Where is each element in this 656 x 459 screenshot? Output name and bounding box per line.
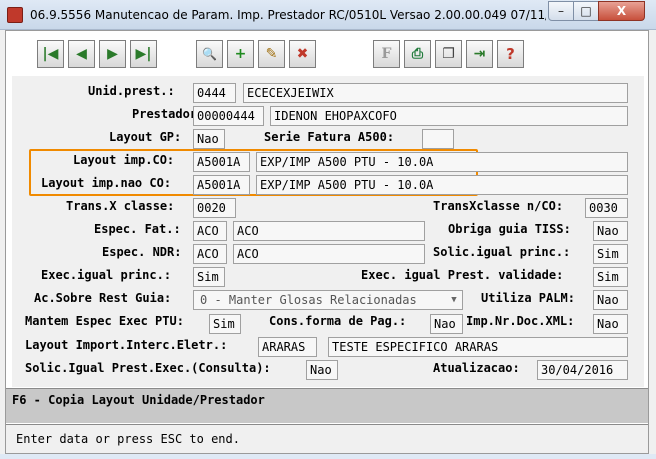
atualizacao-label: Atualizacao: xyxy=(433,361,520,375)
cons-forma-pag-field[interactable]: Nao xyxy=(430,314,463,334)
utiliza-palm-field[interactable]: Nao xyxy=(593,290,628,310)
utiliza-palm-label: Utiliza PALM: xyxy=(481,291,575,305)
layout-imp-co-desc-field: EXP/IMP A500 PTU - 10.0A xyxy=(256,152,628,172)
window-title: 06.9.5556 Manutencao de Param. Imp. Pres… xyxy=(30,8,546,22)
imp-nr-doc-xml-field[interactable]: Nao xyxy=(593,314,628,334)
layout-import-interc-code-field[interactable]: ARARAS xyxy=(258,337,317,357)
help-button[interactable]: ? xyxy=(497,40,524,68)
printer-icon: ⎙ xyxy=(411,46,424,62)
espec-fat-desc-field: ACO xyxy=(233,221,425,241)
unid-prest-code-field[interactable]: 0444 xyxy=(193,83,236,103)
layout-imp-nao-co-desc-field: EXP/IMP A500 PTU - 10.0A xyxy=(256,175,628,195)
cons-forma-pag-label: Cons.forma de Pag.: xyxy=(269,314,407,328)
next-record-button[interactable]: ▶ xyxy=(99,40,126,68)
previous-icon: ◀ xyxy=(76,46,87,62)
trans-x-classe-nco-field[interactable]: 0030 xyxy=(585,198,628,218)
atualizacao-field: 30/04/2016 xyxy=(537,360,628,380)
trans-x-classe-label: Trans.X classe: xyxy=(66,199,175,213)
exec-igual-prest-validade-field[interactable]: Sim xyxy=(593,267,628,287)
exec-igual-princ-label: Exec.igual princ.: xyxy=(41,268,172,282)
layout-import-interc-label: Layout Import.Interc.Eletr.: xyxy=(25,338,228,352)
solic-igual-prest-exec-label: Solic.Igual Prest.Exec.(Consulta): xyxy=(25,361,271,375)
espec-ndr-desc-field: ACO xyxy=(233,244,425,264)
window-bottom-border xyxy=(0,454,656,459)
title-bar: 06.9.5556 Manutencao de Param. Imp. Pres… xyxy=(0,0,656,30)
add-button[interactable]: + xyxy=(227,40,254,68)
message-area: F6 - Copia Layout Unidade/Prestador xyxy=(6,388,648,423)
solic-igual-princ-field[interactable]: Sim xyxy=(593,244,628,264)
help-icon: ? xyxy=(506,45,515,63)
solic-igual-princ-label: Solic.igual princ.: xyxy=(433,245,571,259)
status-bar: Enter data or press ESC to end. xyxy=(6,424,648,453)
espec-ndr-label: Espec. NDR: xyxy=(102,245,182,259)
layout-imp-nao-co-label: Layout imp.nao CO: xyxy=(41,176,172,190)
message-text: F6 - Copia Layout Unidade/Prestador xyxy=(12,393,265,407)
layout-gp-field[interactable]: Nao xyxy=(193,129,225,149)
layout-imp-co-label: Layout imp.CO: xyxy=(73,153,175,167)
mantem-espec-exec-ptu-field[interactable]: Sim xyxy=(209,314,241,334)
magnifier-icon: 🔍 xyxy=(202,47,217,61)
filter-icon: F xyxy=(381,46,392,62)
serie-fatura-label: Serie Fatura A500: xyxy=(264,130,395,144)
search-button[interactable]: 🔍 xyxy=(196,40,223,68)
last-record-button[interactable]: ▶| xyxy=(130,40,157,68)
copy-icon: ❐ xyxy=(442,46,455,62)
delete-button[interactable]: ✖ xyxy=(289,40,316,68)
ac-sobre-rest-guia-value: 0 - Manter Glosas Relacionadas xyxy=(200,293,417,307)
unid-prest-desc-field: ECECEXJEIWIX xyxy=(243,83,628,103)
next-icon: ▶ xyxy=(107,46,118,62)
layout-imp-nao-co-code-field[interactable]: A5001A xyxy=(193,175,250,195)
previous-record-button[interactable]: ◀ xyxy=(68,40,95,68)
unid-prest-label: Unid.prest.: xyxy=(88,84,175,98)
close-button[interactable]: X xyxy=(598,1,645,21)
chevron-down-icon: ▼ xyxy=(451,295,457,305)
exit-button[interactable]: ⇥ xyxy=(466,40,493,68)
mantem-espec-exec-ptu-label: Mantem Espec Exec PTU: xyxy=(25,314,184,328)
main-frame: |◀ ◀ ▶ ▶| 🔍 + ✎ ✖ F ⎙ ❐ ⇥ ? Unid.prest.:… xyxy=(5,30,649,454)
app-icon xyxy=(7,7,23,23)
form-area: Unid.prest.: 0444 ECECEXJEIWIX Prestador… xyxy=(12,76,644,387)
espec-ndr-code-field[interactable]: ACO xyxy=(193,244,227,264)
layout-import-interc-desc-field: TESTE ESPECIFICO ARARAS xyxy=(328,337,628,357)
exec-igual-prest-validade-label: Exec. igual Prest. validade: xyxy=(361,268,564,282)
imp-nr-doc-xml-label: Imp.Nr.Doc.XML: xyxy=(466,314,575,328)
last-icon: ▶| xyxy=(135,46,152,62)
serie-fatura-field[interactable] xyxy=(422,129,454,149)
obriga-guia-tiss-label: Obriga guia TISS: xyxy=(448,222,571,236)
ac-sobre-rest-guia-select[interactable]: 0 - Manter Glosas Relacionadas ▼ xyxy=(193,290,463,310)
prestador-code-field[interactable]: 00000444 xyxy=(193,106,264,126)
layout-gp-label: Layout GP: xyxy=(109,130,182,144)
exit-icon: ⇥ xyxy=(473,46,486,62)
trans-x-classe-field[interactable]: 0020 xyxy=(193,198,236,218)
prestador-desc-field: IDENON EHOPAXCOFO xyxy=(270,106,628,126)
exec-igual-princ-field[interactable]: Sim xyxy=(193,267,225,287)
add-icon: + xyxy=(234,46,247,62)
edit-button[interactable]: ✎ xyxy=(258,40,285,68)
minimize-button[interactable]: – xyxy=(548,1,574,21)
espec-fat-code-field[interactable]: ACO xyxy=(193,221,227,241)
trans-x-classe-nco-label: TransXclasse n/CO: xyxy=(433,199,564,213)
status-text: Enter data or press ESC to end. xyxy=(16,432,240,446)
solic-igual-prest-exec-field[interactable]: Nao xyxy=(306,360,338,380)
delete-icon: ✖ xyxy=(296,46,309,62)
copy-button[interactable]: ❐ xyxy=(435,40,462,68)
espec-fat-label: Espec. Fat.: xyxy=(94,222,181,236)
maximize-button[interactable]: □ xyxy=(573,1,599,21)
toolbar: |◀ ◀ ▶ ▶| 🔍 + ✎ ✖ F ⎙ ❐ ⇥ ? xyxy=(12,36,644,74)
obriga-guia-tiss-field[interactable]: Nao xyxy=(593,221,628,241)
first-record-button[interactable]: |◀ xyxy=(37,40,64,68)
first-icon: |◀ xyxy=(42,46,59,62)
layout-imp-co-code-field[interactable]: A5001A xyxy=(193,152,250,172)
filter-button[interactable]: F xyxy=(373,40,400,68)
print-button[interactable]: ⎙ xyxy=(404,40,431,68)
ac-sobre-rest-guia-label: Ac.Sobre Rest Guia: xyxy=(34,291,172,305)
edit-icon: ✎ xyxy=(265,46,278,62)
